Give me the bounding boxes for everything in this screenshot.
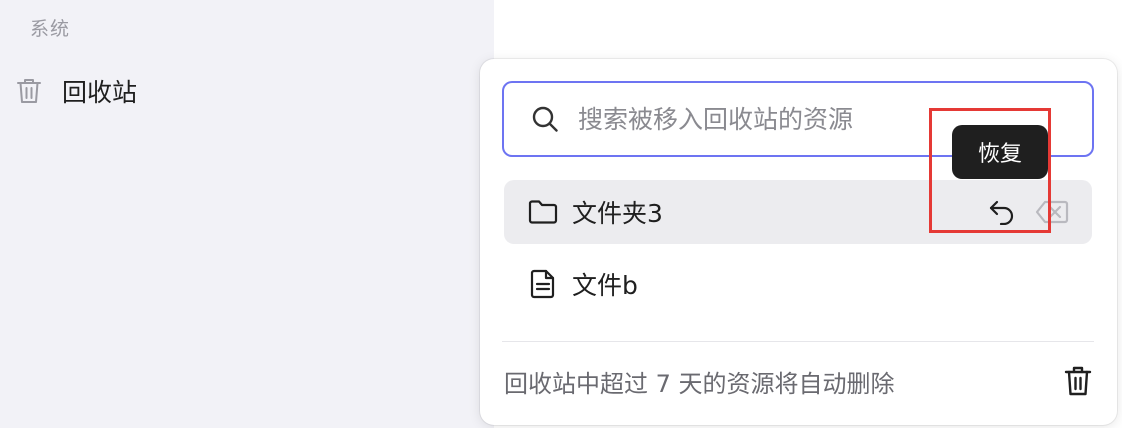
search-icon	[530, 104, 560, 134]
recycle-bin-popover: 文件夹3	[480, 59, 1117, 425]
retention-notice: 回收站中超过 7 天的资源将自动删除	[504, 370, 895, 398]
list-item[interactable]: 文件b	[504, 252, 1092, 316]
empty-trash-button[interactable]	[1061, 364, 1095, 398]
sidebar-section-title: 系统	[30, 18, 71, 40]
document-icon	[528, 269, 558, 299]
folder-icon	[528, 197, 558, 227]
trash-icon	[1064, 365, 1092, 397]
divider	[502, 341, 1094, 342]
trash-icon	[14, 76, 44, 106]
highlight-box	[929, 108, 1051, 233]
sidebar-item-recycle-bin[interactable]: 回收站	[14, 70, 137, 112]
sidebar: 系统 回收站	[0, 0, 494, 428]
list-item-label: 文件b	[572, 271, 638, 300]
sidebar-item-label: 回收站	[62, 78, 138, 107]
list-item-label: 文件夹3	[572, 199, 663, 228]
